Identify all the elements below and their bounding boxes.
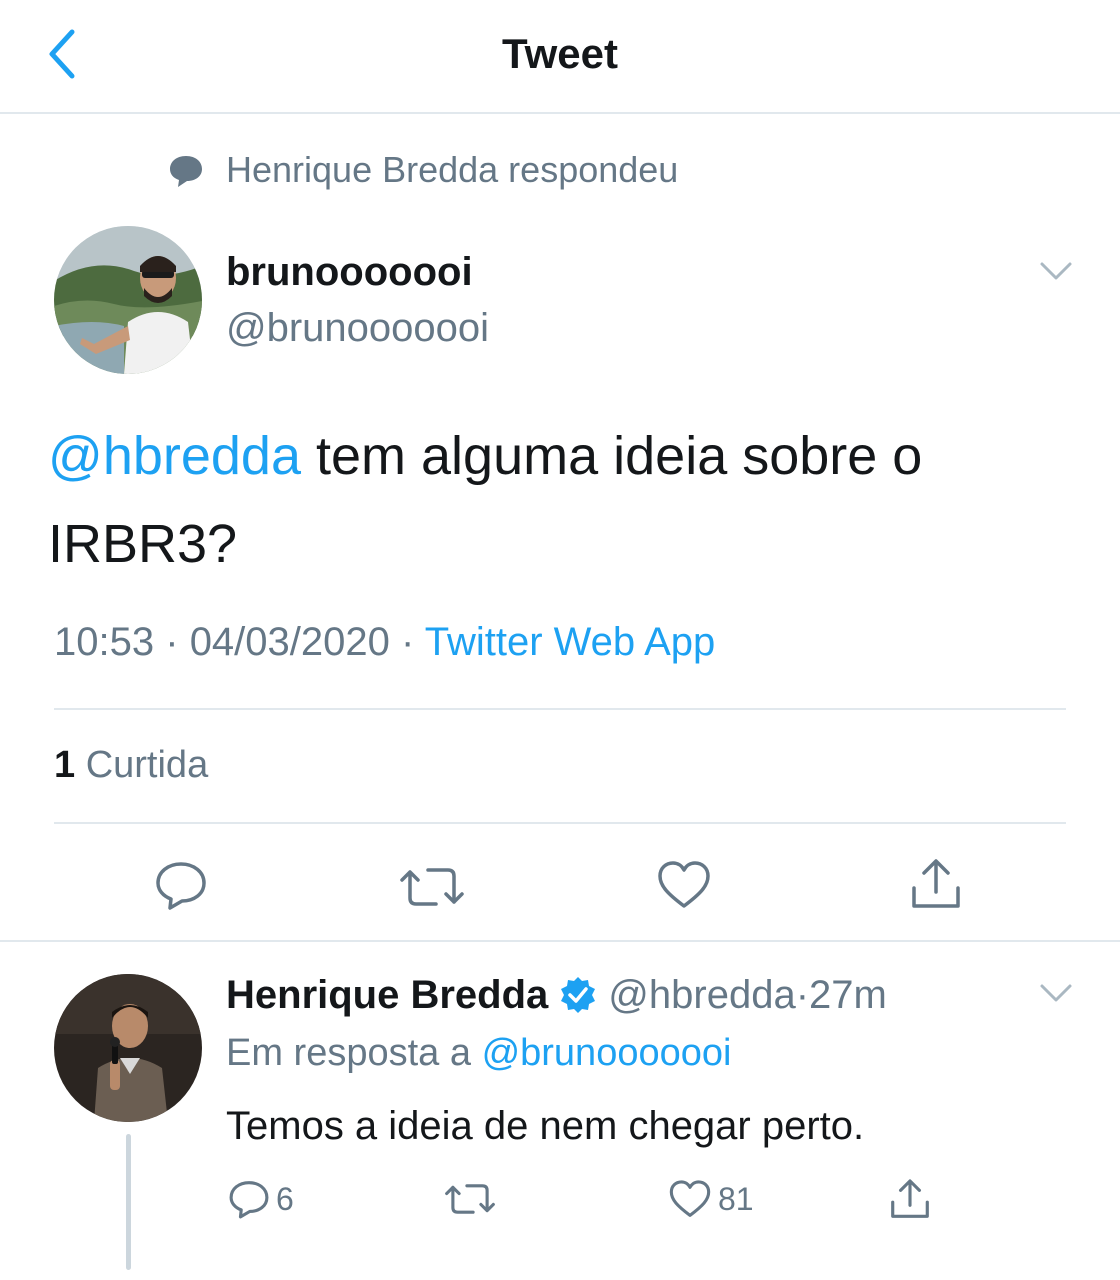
reply-author-handle[interactable]: @hbredda (608, 973, 795, 1018)
share-icon (891, 1179, 929, 1218)
heart-icon (658, 861, 710, 908)
tweet-meta: 10:53 · 04/03/2020 · Twitter Web App (54, 620, 715, 665)
reply-button[interactable] (154, 858, 208, 917)
author-display-name[interactable]: brunooooooi (226, 250, 473, 295)
divider (54, 822, 1066, 824)
reply-retweet-button[interactable] (444, 1174, 496, 1224)
reply-avatar[interactable] (54, 974, 202, 1122)
likes-count: 1 (54, 744, 76, 786)
top-navbar: Tweet (0, 0, 1120, 114)
reply-share-button[interactable] (888, 1174, 932, 1224)
meta-separator: · (401, 620, 415, 664)
reply-context-text: Henrique Bredda respondeu (226, 149, 679, 190)
reply-text: Temos a ideia de nem chegar perto. (226, 1104, 865, 1148)
tweet-text: @hbredda tem alguma ideia sobre o IRBR3? (48, 412, 1068, 588)
tweet-source-link[interactable]: Twitter Web App (425, 620, 716, 664)
like-count: 81 (718, 1180, 754, 1217)
heart-icon (669, 1180, 711, 1217)
reply-count: 6 (276, 1180, 294, 1217)
meta-separator: · (795, 972, 810, 1017)
reply-context-banner: Henrique Bredda respondeu (166, 146, 678, 194)
section-divider (0, 940, 1120, 942)
reply-timestamp: 27m (809, 972, 887, 1017)
retweet-icon (445, 1184, 495, 1214)
reply-icon (229, 1181, 269, 1219)
meta-separator: · (165, 620, 179, 664)
reply-icon (156, 862, 206, 910)
retweet-icon (400, 868, 464, 906)
avatar[interactable] (54, 226, 202, 374)
share-icon (912, 859, 960, 908)
tweet-date: 04/03/2020 (189, 620, 390, 664)
speech-bubble-icon (170, 156, 202, 187)
thread-line (126, 1134, 131, 1270)
in-reply-to: Em resposta a @brunooooooi (226, 1032, 731, 1075)
like-button[interactable] (656, 858, 712, 917)
likes-label: Curtida (85, 744, 209, 786)
likes-summary[interactable]: 1 Curtida (54, 744, 208, 787)
reply-reply-button[interactable]: 6 (228, 1174, 294, 1224)
author-handle[interactable]: @brunooooooi (226, 306, 489, 351)
verified-badge-icon (561, 977, 596, 1013)
in-reply-to-handle[interactable]: @brunooooooi (482, 1032, 732, 1074)
divider (54, 708, 1066, 710)
reply-header: Henrique Bredda @hbredda · 27m (226, 970, 887, 1020)
reply-options-button[interactable] (1036, 978, 1076, 1008)
share-button[interactable] (908, 856, 964, 917)
tweet-options-button[interactable] (1036, 256, 1076, 286)
avatar-image (54, 226, 202, 374)
chevron-down-icon (1040, 262, 1072, 280)
in-reply-to-label: Em resposta a (226, 1032, 471, 1074)
retweet-button[interactable] (400, 860, 464, 919)
mention-link[interactable]: @hbredda (48, 426, 301, 486)
tweet-time: 10:53 (54, 620, 155, 664)
reply-author-name[interactable]: Henrique Bredda (226, 973, 548, 1018)
chevron-down-icon (1040, 984, 1072, 1002)
reply-like-button[interactable]: 81 (668, 1174, 754, 1224)
reply-avatar-image (54, 974, 202, 1122)
page-title: Tweet (502, 30, 618, 77)
